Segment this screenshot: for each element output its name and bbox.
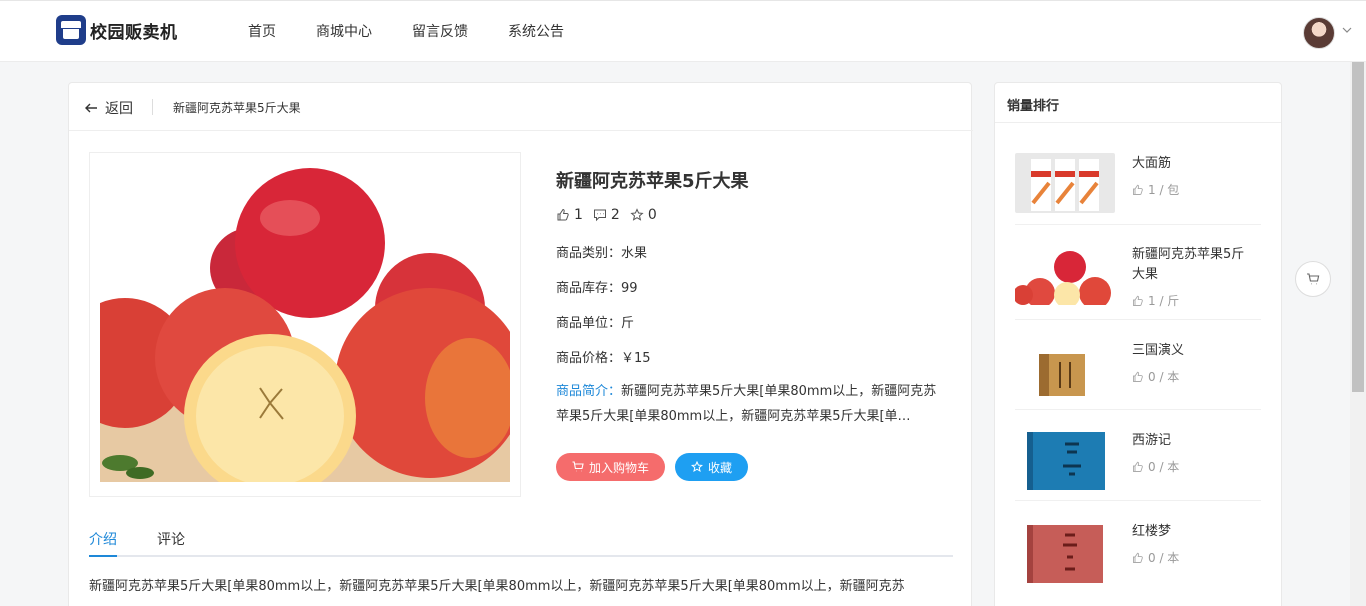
floating-cart-button[interactable] bbox=[1295, 261, 1331, 297]
like-count: 1 bbox=[574, 207, 583, 223]
comment-count: 2 bbox=[610, 207, 620, 223]
nav-feedback[interactable]: 留言反馈 bbox=[412, 21, 468, 41]
arrow-left-icon bbox=[85, 103, 97, 113]
price-value: ￥15 bbox=[621, 351, 651, 366]
stock-field: 商品库存：99 bbox=[556, 277, 638, 296]
item-sales-text: 0 / 本 bbox=[1148, 370, 1180, 384]
product-title: 新疆阿克苏苹果5斤大果 bbox=[556, 171, 749, 192]
back-label: 返回 bbox=[105, 101, 133, 117]
like-stat[interactable]: 1 bbox=[556, 207, 583, 223]
back-button[interactable]: 返回 bbox=[83, 98, 133, 118]
ranking-header: 销量排行 bbox=[995, 83, 1281, 123]
product-stats: 1 2 0 bbox=[556, 207, 667, 223]
thumbs-up-icon bbox=[1133, 295, 1143, 306]
thumbs-up-icon bbox=[557, 208, 569, 221]
star-icon bbox=[690, 461, 703, 473]
item-thumbnail bbox=[1015, 338, 1115, 398]
user-avatar[interactable] bbox=[1303, 17, 1335, 49]
add-to-cart-label: 加入购物车 bbox=[588, 460, 649, 475]
description-label: 商品简介： bbox=[556, 384, 622, 399]
ranking-item[interactable]: 红楼梦 0 / 本 bbox=[1015, 501, 1261, 593]
app-title: 校园贩卖机 bbox=[90, 22, 178, 43]
item-sales-text: 0 / 本 bbox=[1148, 460, 1180, 474]
star-icon bbox=[630, 208, 644, 221]
main-nav: 首页 商城中心 留言反馈 系统公告 bbox=[248, 21, 604, 41]
intro-text: 新疆阿克苏苹果5斤大果[单果80mm以上，新疆阿克苏苹果5斤大果[单果80mm以… bbox=[89, 579, 905, 594]
item-thumbnail bbox=[1015, 245, 1115, 305]
product-image bbox=[100, 168, 510, 482]
comment-stat[interactable]: 2 bbox=[593, 207, 620, 223]
item-sales-text: 1 / 斤 bbox=[1148, 294, 1180, 308]
item-thumbnail bbox=[1015, 430, 1115, 490]
add-to-cart-button[interactable]: 加入购物车 bbox=[556, 453, 665, 481]
item-sales: 1 / 斤 bbox=[1132, 292, 1179, 309]
active-tab-indicator bbox=[89, 555, 117, 557]
ranking-title: 销量排行 bbox=[1007, 99, 1060, 114]
top-header: 校园贩卖机 首页 商城中心 留言反馈 系统公告 bbox=[0, 0, 1366, 62]
thumbs-up-icon bbox=[1133, 184, 1143, 195]
favorite-button[interactable]: 收藏 bbox=[675, 453, 748, 481]
item-sales: 0 / 本 bbox=[1132, 549, 1179, 566]
nav-home[interactable]: 首页 bbox=[248, 21, 276, 41]
price-field: 商品价格：￥15 bbox=[556, 347, 651, 366]
brand[interactable]: 校园贩卖机 bbox=[56, 15, 178, 45]
favorite-stat[interactable]: 0 bbox=[630, 207, 657, 223]
sales-ranking-card: 销量排行 大面筋 1 / 包 新疆阿克苏苹果5斤大果 1 / 斤 三国演义 0 … bbox=[994, 82, 1282, 606]
item-sales: 0 / 本 bbox=[1132, 458, 1179, 475]
breadcrumb-divider bbox=[152, 99, 153, 115]
cart-icon bbox=[1307, 273, 1320, 285]
chevron-down-icon[interactable] bbox=[1342, 25, 1352, 35]
ranking-item[interactable]: 大面筋 1 / 包 bbox=[1015, 143, 1261, 225]
thumbs-up-icon bbox=[1133, 371, 1143, 382]
category-label: 商品类别： bbox=[556, 246, 622, 261]
breadcrumb: 返回 新疆阿克苏苹果5斤大果 bbox=[69, 83, 973, 131]
item-name: 大面筋 bbox=[1132, 156, 1172, 171]
ranking-item[interactable]: 三国演义 0 / 本 bbox=[1015, 320, 1261, 410]
stock-value: 99 bbox=[621, 281, 638, 296]
favorite-label: 收藏 bbox=[707, 460, 732, 475]
comment-icon bbox=[593, 209, 606, 222]
product-detail-card: 返回 新疆阿克苏苹果5斤大果 新疆阿克苏苹果5斤大果 1 2 0 商品类别：水果… bbox=[68, 82, 973, 606]
nav-announcements[interactable]: 系统公告 bbox=[508, 21, 564, 41]
item-thumbnail bbox=[1015, 153, 1115, 213]
tab-intro[interactable]: 介绍 bbox=[89, 529, 117, 549]
page-scrollbar[interactable] bbox=[1350, 62, 1366, 606]
scrollbar-thumb[interactable] bbox=[1352, 62, 1364, 392]
item-sales-text: 1 / 包 bbox=[1148, 183, 1180, 197]
unit-field: 商品单位：斤 bbox=[556, 312, 634, 331]
item-thumbnail bbox=[1015, 523, 1115, 583]
category-field: 商品类别：水果 bbox=[556, 242, 647, 261]
product-image-frame bbox=[89, 152, 521, 497]
item-name: 红楼梦 bbox=[1132, 524, 1172, 539]
unit-label: 商品单位： bbox=[556, 316, 622, 331]
item-sales-text: 0 / 本 bbox=[1148, 551, 1180, 565]
item-name: 三国演义 bbox=[1132, 343, 1185, 358]
favorite-count: 0 bbox=[647, 207, 657, 223]
item-name: 新疆阿克苏苹果5斤大果 bbox=[1132, 247, 1245, 282]
tab-comments[interactable]: 评论 bbox=[157, 529, 185, 549]
thumbs-up-icon bbox=[1133, 552, 1143, 563]
ranking-item[interactable]: 西游记 0 / 本 bbox=[1015, 410, 1261, 501]
price-label: 商品价格： bbox=[556, 351, 622, 366]
item-sales: 1 / 包 bbox=[1132, 181, 1179, 198]
item-sales: 0 / 本 bbox=[1132, 368, 1179, 385]
unit-value: 斤 bbox=[621, 316, 635, 331]
breadcrumb-current: 新疆阿克苏苹果5斤大果 bbox=[173, 101, 301, 115]
vending-logo-icon bbox=[56, 15, 86, 45]
product-description: 商品简介：新疆阿克苏苹果5斤大果[单果80mm以上，新疆阿克苏苹果5斤大果[单果… bbox=[556, 379, 946, 429]
item-name: 西游记 bbox=[1132, 433, 1172, 448]
detail-tabs: 介绍 评论 bbox=[89, 519, 953, 557]
cart-icon bbox=[572, 461, 584, 472]
category-value: 水果 bbox=[621, 246, 648, 261]
nav-mall[interactable]: 商城中心 bbox=[316, 21, 372, 41]
stock-label: 商品库存： bbox=[556, 281, 622, 296]
thumbs-up-icon bbox=[1133, 461, 1143, 472]
ranking-item[interactable]: 新疆阿克苏苹果5斤大果 1 / 斤 bbox=[1015, 225, 1261, 320]
